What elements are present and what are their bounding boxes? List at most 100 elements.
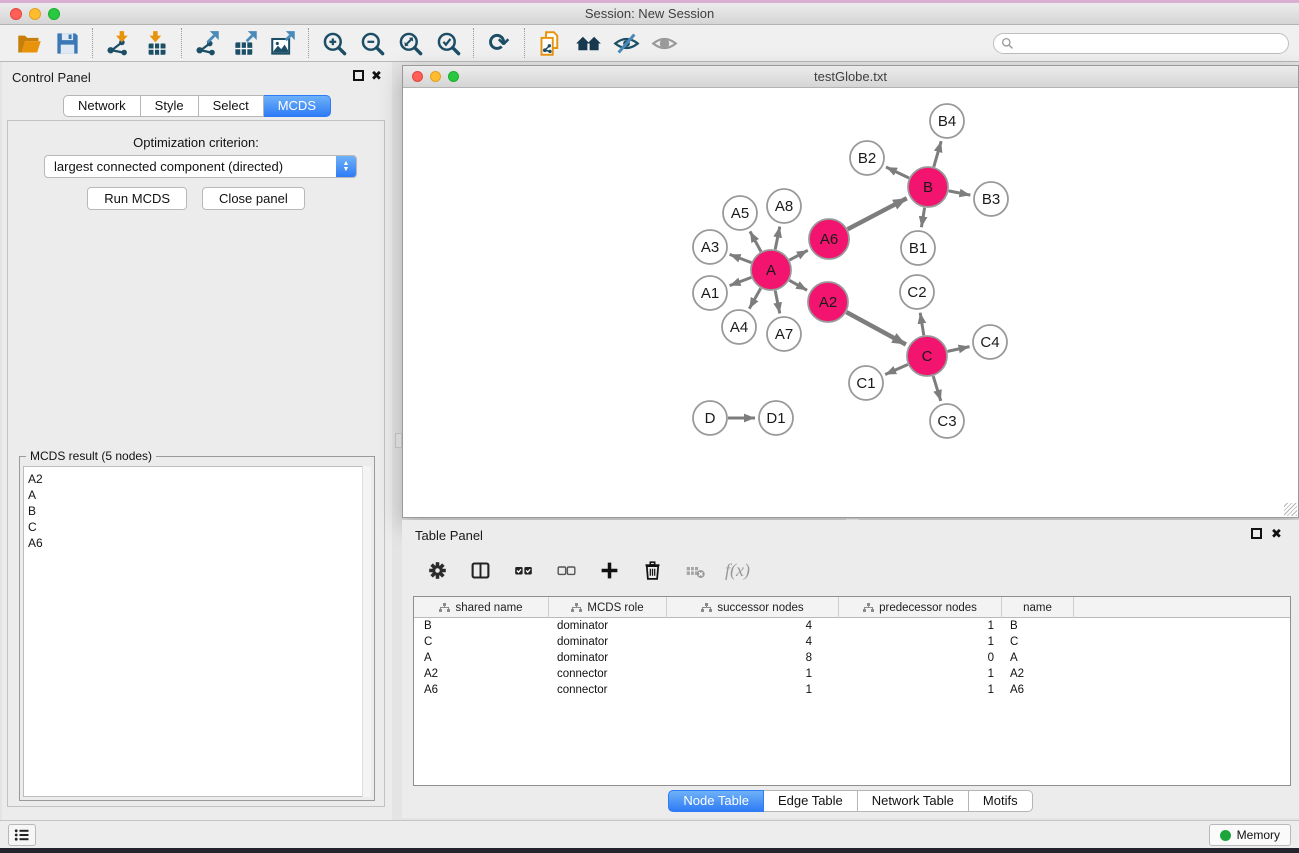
tab-network-table[interactable]: Network Table — [858, 790, 969, 812]
close-panel-button[interactable]: Close panel — [202, 187, 305, 210]
column-header-name[interactable]: name — [1002, 597, 1074, 618]
graph-edge-A-A4[interactable] — [749, 288, 760, 308]
result-item[interactable]: C — [28, 519, 370, 535]
tab-style[interactable]: Style — [141, 95, 199, 117]
mcds-result-list[interactable]: A2ABCA6 — [23, 466, 371, 797]
zoom-fit-button[interactable] — [391, 27, 429, 59]
graph-edge-C-C4[interactable] — [948, 347, 970, 352]
close-panel-icon[interactable]: ✖ — [370, 70, 383, 83]
save-session-button[interactable] — [48, 27, 86, 59]
add-column-button[interactable] — [596, 557, 622, 583]
column-header-successor-nodes[interactable]: successor nodes — [667, 597, 839, 618]
graph-node-B2[interactable]: B2 — [850, 141, 884, 175]
float-panel-icon[interactable] — [353, 70, 364, 81]
vertical-split-handle[interactable] — [395, 433, 402, 448]
refresh-layout-button[interactable]: ⟳ — [480, 27, 518, 59]
table-row[interactable]: A6connector11A6 — [414, 682, 1290, 698]
delete-table-button[interactable] — [682, 557, 708, 583]
graph-node-C2[interactable]: C2 — [900, 275, 934, 309]
search-input[interactable] — [1014, 35, 1288, 52]
zoom-selected-button[interactable] — [429, 27, 467, 59]
graph-node-C[interactable]: C — [907, 336, 947, 376]
zoom-in-button[interactable] — [315, 27, 353, 59]
graph-node-A6[interactable]: A6 — [809, 219, 849, 259]
graph-edge-C-C2[interactable] — [920, 313, 924, 336]
export-table-button[interactable] — [226, 27, 264, 59]
tab-select[interactable]: Select — [199, 95, 264, 117]
graph-node-A1[interactable]: A1 — [693, 276, 727, 310]
graph-node-A8[interactable]: A8 — [767, 189, 801, 223]
zoom-out-button[interactable] — [353, 27, 391, 59]
graph-node-B1[interactable]: B1 — [901, 231, 935, 265]
graph-edge-C-C1[interactable] — [885, 365, 908, 375]
import-network-button[interactable] — [99, 27, 137, 59]
graph-node-B4[interactable]: B4 — [930, 104, 964, 138]
deselect-all-button[interactable] — [553, 557, 579, 583]
network-canvas[interactable]: B4 B2 B B3 A8 A5 A6 A3 B1 A A1 C2 A2 A4 A7 C4 C C1 D D1 C3 — [403, 88, 1298, 517]
delete-column-button[interactable] — [639, 557, 665, 583]
show-graphics-button[interactable] — [645, 27, 683, 59]
table-row[interactable]: Cdominator41C — [414, 634, 1290, 650]
table-row[interactable]: Bdominator41B — [414, 618, 1290, 634]
copy-network-button[interactable] — [531, 27, 569, 59]
tab-node-table[interactable]: Node Table — [668, 790, 764, 812]
graph-edge-A-A7[interactable] — [775, 291, 780, 314]
open-session-button[interactable] — [10, 27, 48, 59]
table-row[interactable]: Adominator80A — [414, 650, 1290, 666]
result-list-scrollbar[interactable] — [362, 466, 371, 797]
graph-edge-A-A1[interactable] — [730, 277, 752, 285]
tab-motifs[interactable]: Motifs — [969, 790, 1033, 812]
run-mcds-button[interactable]: Run MCDS — [87, 187, 187, 210]
graph-edge-A6-B[interactable] — [848, 198, 907, 229]
graph-edge-C-C3[interactable] — [933, 376, 941, 401]
resize-grip-icon[interactable] — [1284, 503, 1297, 516]
graph-node-D[interactable]: D — [693, 401, 727, 435]
graph-node-A3[interactable]: A3 — [693, 230, 727, 264]
export-network-button[interactable] — [188, 27, 226, 59]
graph-edge-A-A2[interactable] — [789, 280, 807, 290]
graph-node-B3[interactable]: B3 — [974, 182, 1008, 216]
export-image-button[interactable] — [264, 27, 302, 59]
show-column-panel-button[interactable] — [467, 557, 493, 583]
graph-node-A7[interactable]: A7 — [767, 317, 801, 351]
task-history-button[interactable] — [8, 824, 36, 846]
result-item[interactable]: A6 — [28, 535, 370, 551]
graph-edge-A2-C[interactable] — [846, 312, 906, 344]
float-panel-icon[interactable] — [1251, 528, 1262, 539]
column-header-MCDS-role[interactable]: MCDS role — [549, 597, 667, 618]
node-table[interactable]: shared nameMCDS rolesuccessor nodesprede… — [413, 596, 1291, 786]
graph-edge-B-B2[interactable] — [886, 167, 909, 178]
graph-edge-B-B3[interactable] — [949, 191, 971, 195]
result-item[interactable]: A2 — [28, 471, 370, 487]
tab-network[interactable]: Network — [63, 95, 141, 117]
column-header-shared-name[interactable]: shared name — [414, 597, 549, 618]
criterion-dropdown[interactable]: largest connected component (directed) ▲… — [44, 155, 357, 178]
graph-edge-B-B1[interactable] — [921, 208, 924, 228]
graph-node-A2[interactable]: A2 — [808, 282, 848, 322]
home-button[interactable] — [569, 27, 607, 59]
graph-node-A[interactable]: A — [751, 250, 791, 290]
graph-node-B[interactable]: B — [908, 167, 948, 207]
tab-edge-table[interactable]: Edge Table — [764, 790, 858, 812]
graph-node-D1[interactable]: D1 — [759, 401, 793, 435]
graph-edge-A-A5[interactable] — [750, 231, 761, 251]
graph-node-A4[interactable]: A4 — [722, 310, 756, 344]
table-row[interactable]: A2connector11A2 — [414, 666, 1290, 682]
graph-node-C1[interactable]: C1 — [849, 366, 883, 400]
graph-node-C4[interactable]: C4 — [973, 325, 1007, 359]
hide-labels-button[interactable] — [607, 27, 645, 59]
function-builder-button[interactable]: f(x) — [725, 557, 750, 583]
column-header-predecessor-nodes[interactable]: predecessor nodes — [839, 597, 1002, 618]
graph-node-C3[interactable]: C3 — [930, 404, 964, 438]
graph-edge-A-A8[interactable] — [775, 227, 780, 250]
import-table-button[interactable] — [137, 27, 175, 59]
close-panel-icon[interactable]: ✖ — [1270, 528, 1283, 541]
table-settings-button[interactable] — [424, 557, 450, 583]
result-item[interactable]: B — [28, 503, 370, 519]
graph-edge-A-A3[interactable] — [730, 254, 752, 262]
graph-edge-A-A6[interactable] — [790, 250, 808, 260]
graph-edge-B-B4[interactable] — [934, 141, 941, 167]
memory-button[interactable]: Memory — [1209, 824, 1291, 846]
graph-node-A5[interactable]: A5 — [723, 196, 757, 230]
select-all-button[interactable] — [510, 557, 536, 583]
